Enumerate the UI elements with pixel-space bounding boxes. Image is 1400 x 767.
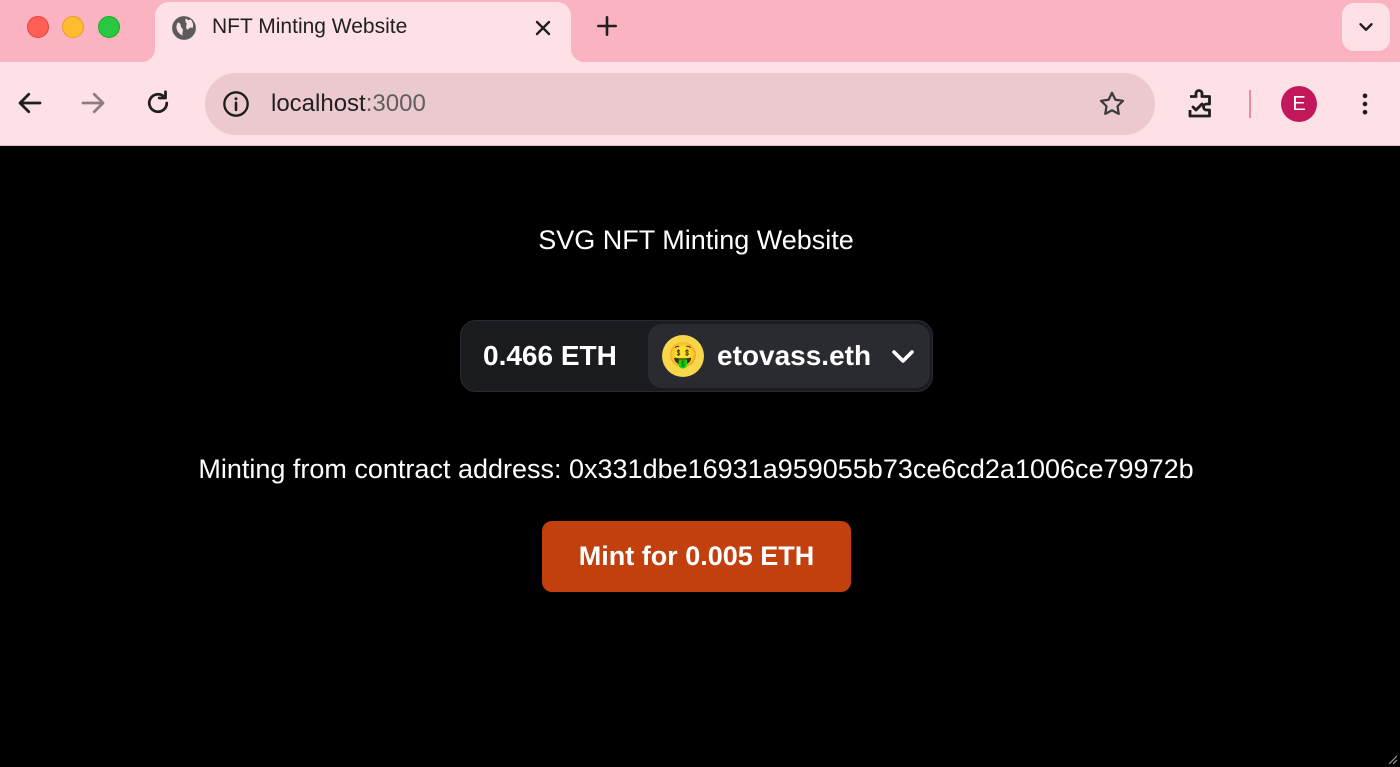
more-menu-icon[interactable] (1351, 88, 1379, 120)
reload-icon[interactable] (143, 88, 173, 118)
page-title: SVG NFT Minting Website (538, 225, 854, 255)
tab-title: NFT Minting Website (212, 15, 408, 38)
contract-address-text: Minting from contract address: 0x331dbe1… (198, 454, 1194, 484)
url-port: :3000 (365, 90, 426, 117)
mint-button[interactable]: Mint for 0.005 ETH (542, 521, 851, 592)
browser-tab[interactable]: NFT Minting Website (141, 2, 585, 62)
tab-search-button[interactable] (1342, 3, 1390, 51)
toolbar-divider (1249, 90, 1251, 118)
wallet-balance: 0.466 ETH (483, 340, 617, 371)
url-text: localhost:3000 (271, 90, 426, 118)
profile-avatar[interactable]: E (1281, 86, 1317, 122)
page-content: SVG NFT Minting Website 0.466 ETH 🤑 etov… (0, 147, 1400, 767)
account-button[interactable]: 🤑 etovass.eth (648, 324, 930, 388)
back-arrow-icon[interactable] (15, 88, 45, 118)
browser-toolbar: localhost:3000 E (0, 62, 1400, 146)
extensions-icon[interactable] (1184, 86, 1220, 122)
address-bar[interactable]: localhost:3000 (205, 73, 1155, 135)
minimize-window-button[interactable] (62, 16, 84, 38)
account-name: etovass.eth (717, 340, 872, 371)
new-tab-icon[interactable] (594, 13, 620, 39)
close-window-button[interactable] (27, 16, 49, 38)
globe-icon (172, 16, 196, 40)
url-host: localhost (271, 90, 366, 117)
chevron-down-icon (892, 350, 914, 363)
chevron-down-icon (1359, 23, 1373, 31)
wallet-connect-widget: 0.466 ETH 🤑 etovass.eth (460, 320, 933, 392)
money-face-emoji-icon: 🤑 (668, 342, 698, 369)
site-info-icon[interactable] (222, 90, 250, 118)
forward-arrow-icon[interactable] (78, 88, 108, 118)
close-tab-icon[interactable] (531, 16, 555, 40)
account-avatar: 🤑 (662, 335, 704, 377)
resize-grip-icon[interactable] (1386, 753, 1398, 765)
bookmark-star-icon[interactable] (1097, 89, 1127, 119)
maximize-window-button[interactable] (98, 16, 120, 38)
tab-strip: NFT Minting Website (0, 0, 1400, 62)
